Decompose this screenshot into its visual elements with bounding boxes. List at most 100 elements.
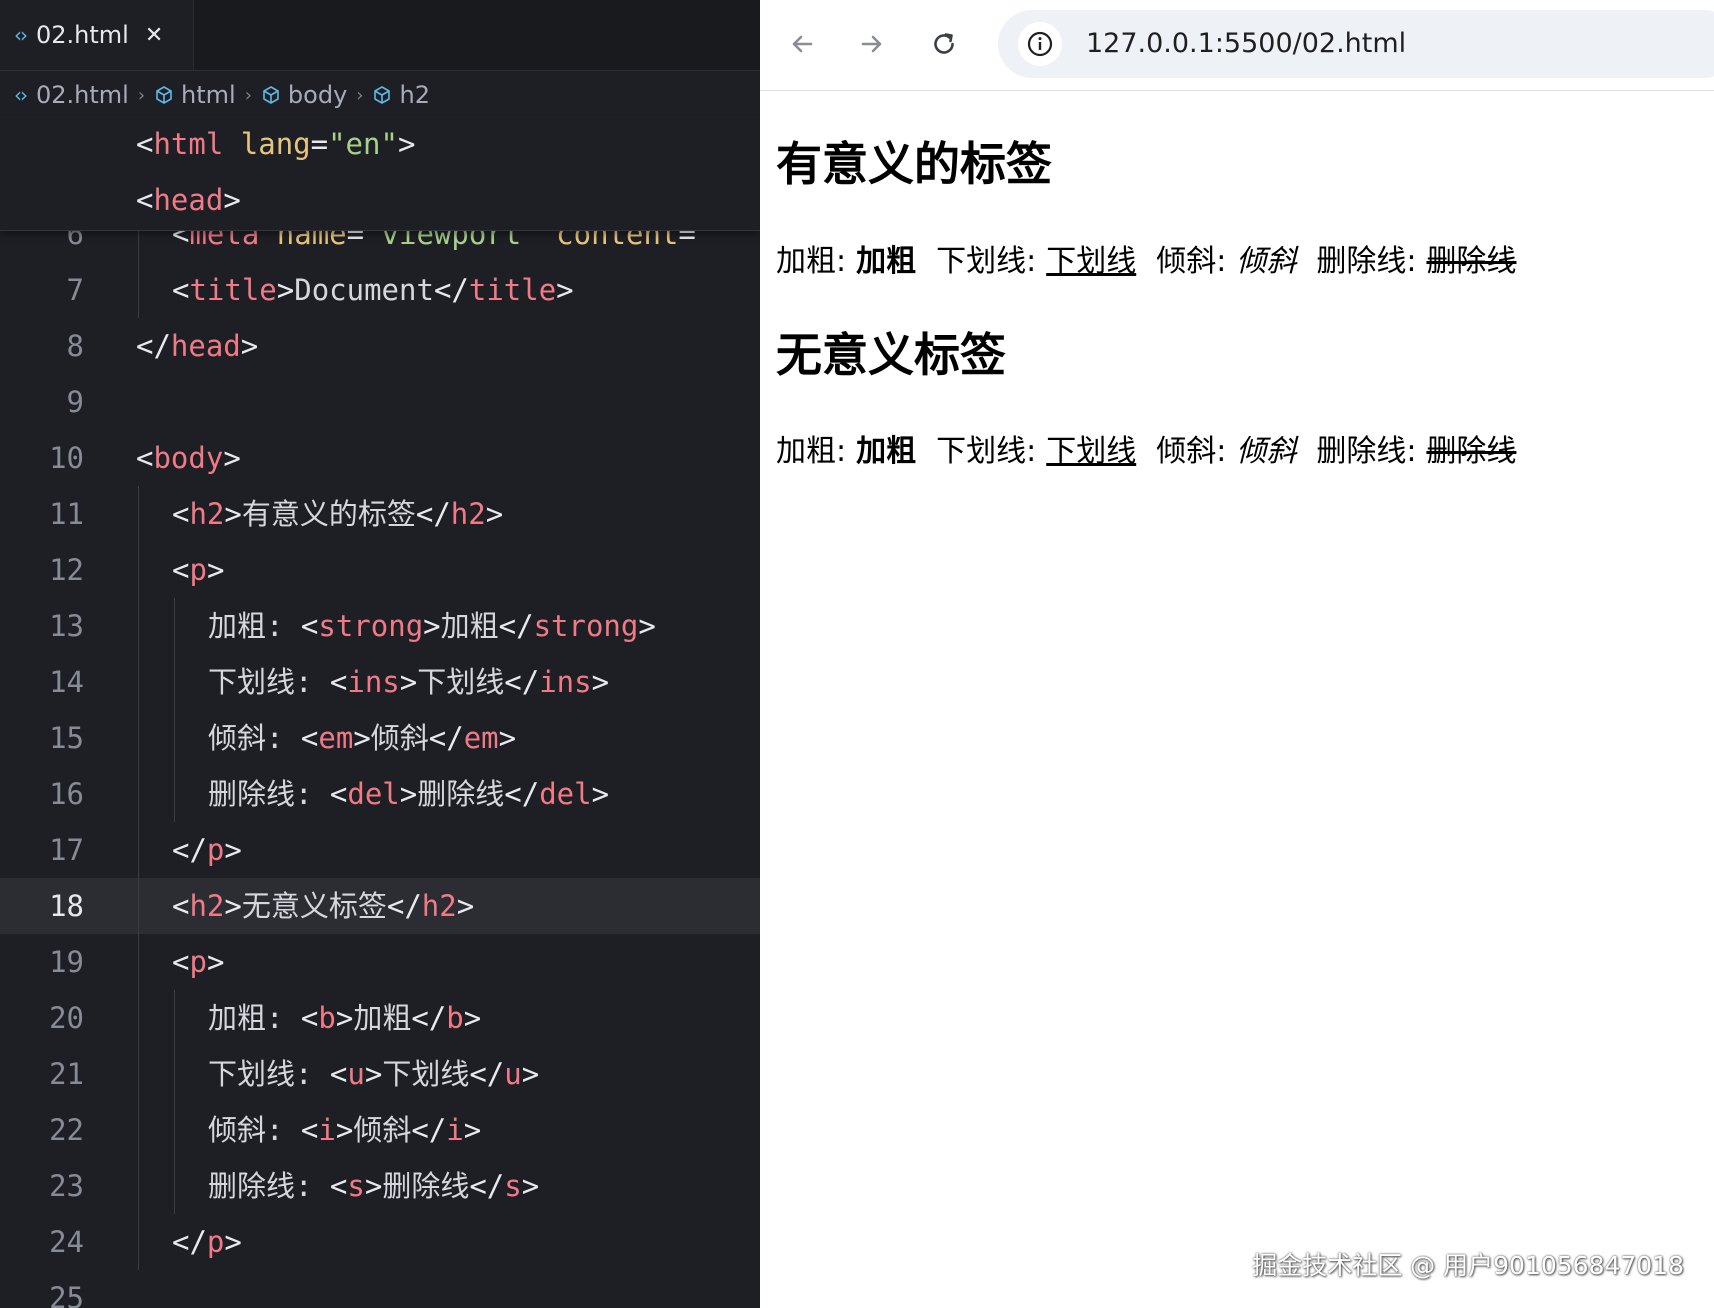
- code-line[interactable]: 7 <title>Document</title>: [0, 262, 760, 318]
- code-token: i: [318, 1113, 336, 1147]
- code-content: 下划线: <ins>下划线</ins>: [208, 654, 609, 710]
- indent-guide: [138, 1046, 139, 1102]
- code-token: head: [153, 183, 224, 217]
- code-token: <: [300, 609, 319, 643]
- code-token: >: [206, 945, 225, 979]
- code-line[interactable]: 10 <body>: [0, 430, 760, 486]
- code-token: >: [224, 1225, 242, 1259]
- code-content: 加粗: <strong>加粗</strong>: [208, 598, 656, 654]
- code-token: >: [463, 1113, 482, 1147]
- code-token: h2: [450, 497, 486, 531]
- code-token: <: [172, 945, 190, 979]
- code-token: strong: [533, 609, 639, 643]
- paragraph-meaningful-tags: 加粗: 加粗 下划线: 下划线 倾斜: 倾斜 删除线: 删除线: [776, 240, 1516, 284]
- tab-02-html[interactable]: ‹› 02.html ✕: [0, 0, 194, 70]
- code-line[interactable]: 20 加粗: <b>加粗</b>: [0, 990, 760, 1046]
- code-line[interactable]: 19 <p>: [0, 934, 760, 990]
- url-text[interactable]: 127.0.0.1:5500/02.html: [1086, 10, 1406, 78]
- chevron-right-icon: ›: [137, 84, 146, 106]
- code-token: 下划线: [417, 665, 505, 699]
- code-token: >: [364, 1169, 383, 1203]
- code-content: <html lang="en">: [136, 116, 415, 172]
- breadcrumb-item-file[interactable]: 02.html: [36, 81, 129, 109]
- indent-guide: [174, 654, 175, 710]
- code-content: 倾斜: <i>倾斜</i>: [208, 1102, 481, 1158]
- code-line[interactable]: 9: [0, 374, 760, 430]
- code-line[interactable]: 21 下划线: <u>下划线</u>: [0, 1046, 760, 1102]
- s-text: 删除线: [1426, 434, 1517, 469]
- code-token: <: [172, 889, 190, 923]
- code-lines[interactable]: 6 <meta name="viewport" content=" 7 <title>…: [0, 206, 760, 1308]
- code-token: >: [206, 553, 225, 587]
- code-token: Document: [294, 273, 434, 307]
- breadcrumb-item-body[interactable]: body: [288, 81, 347, 109]
- arrow-right-icon: [861, 35, 882, 53]
- code-line[interactable]: 23 删除线: <s>删除线</s>: [0, 1158, 760, 1214]
- chevron-right-icon: ›: [356, 84, 364, 106]
- code-line[interactable]: 18 <h2>无意义标签</h2>: [0, 878, 760, 934]
- code-token: </: [504, 665, 540, 699]
- code-editor[interactable]: ‹› 02.html ✕ ‹› 02.html › html › body › …: [0, 0, 760, 1308]
- code-token: em: [463, 721, 499, 755]
- code-content: </p>: [172, 822, 242, 878]
- chevron-right-icon: ›: [244, 84, 252, 106]
- address-bar[interactable]: 127.0.0.1:5500/02.html: [998, 10, 1714, 78]
- line-number: 23: [49, 1169, 84, 1203]
- code-line[interactable]: 13 加粗: <strong>加粗</strong>: [0, 598, 760, 654]
- code-line[interactable]: 25: [0, 1270, 760, 1308]
- code-line[interactable]: 11 <h2>有意义的标签</h2>: [0, 486, 760, 542]
- code-token: <: [172, 497, 190, 531]
- close-icon[interactable]: ✕: [145, 23, 163, 48]
- line-number: 7: [66, 273, 84, 307]
- forward-button[interactable]: [850, 22, 894, 66]
- code-token: >: [399, 665, 418, 699]
- back-button[interactable]: [780, 22, 824, 66]
- code-token: html: [153, 127, 224, 161]
- code-token: <: [300, 1001, 319, 1035]
- code-line[interactable]: 15 倾斜: <em>倾斜</em>: [0, 710, 760, 766]
- strong-text: 加粗: [856, 244, 917, 279]
- code-token: >: [335, 1001, 354, 1035]
- code-line[interactable]: 12 <p>: [0, 542, 760, 598]
- code-token: <: [300, 721, 319, 755]
- sticky-scroll-header[interactable]: <html lang="en"> <head>: [0, 116, 760, 231]
- indent-guide: [138, 1102, 139, 1158]
- html-file-icon: ‹›: [14, 83, 28, 107]
- line-number: 12: [49, 553, 84, 587]
- code-token: <: [136, 183, 154, 217]
- code-line[interactable]: 16 删除线: <del>删除线</del>: [0, 766, 760, 822]
- code-line[interactable]: 8 </head>: [0, 318, 760, 374]
- code-token: >: [521, 1169, 540, 1203]
- code-token: >: [638, 609, 656, 643]
- code-token: i: [446, 1113, 464, 1147]
- breadcrumb-item-h2[interactable]: h2: [399, 81, 429, 109]
- code-token: >: [399, 777, 418, 811]
- code-token: 删除线:: [208, 777, 330, 811]
- code-line[interactable]: 22 倾斜: <i>倾斜</i>: [0, 1102, 760, 1158]
- code-token: </: [415, 497, 451, 531]
- code-line[interactable]: 17 </p>: [0, 822, 760, 878]
- code-line[interactable]: <head>: [0, 172, 760, 228]
- code-token: body: [153, 441, 224, 475]
- indent-guide: [174, 1102, 175, 1158]
- code-line[interactable]: 24 </p>: [0, 1214, 760, 1270]
- code-token: </: [172, 1225, 207, 1259]
- heading-meaningful-tags: 有意义的标签: [776, 137, 1052, 191]
- code-line[interactable]: 14 下划线: <ins>下划线</ins>: [0, 654, 760, 710]
- code-token: >: [223, 441, 241, 475]
- code-content: <p>: [172, 934, 224, 990]
- browser-window: 127.0.0.1:5500/02.html 有意义的标签 加粗: 加粗 下划线: 下…: [760, 0, 1714, 1308]
- code-token: </: [136, 329, 171, 363]
- code-token: p: [206, 1225, 225, 1259]
- code-token: ins: [539, 665, 592, 699]
- code-token: 加粗: [353, 1001, 412, 1035]
- indent-guide: [138, 934, 139, 990]
- info-icon[interactable]: [1018, 22, 1062, 66]
- indent-guide: [138, 262, 139, 318]
- code-line[interactable]: <html lang="en">: [0, 116, 760, 172]
- reload-button[interactable]: [922, 22, 966, 66]
- heading-meaningless-tags: 无意义标签: [776, 328, 1006, 382]
- indent-guide: [138, 878, 139, 934]
- breadcrumb-item-html[interactable]: html: [181, 81, 236, 109]
- underline-label: 下划线:: [936, 244, 1037, 279]
